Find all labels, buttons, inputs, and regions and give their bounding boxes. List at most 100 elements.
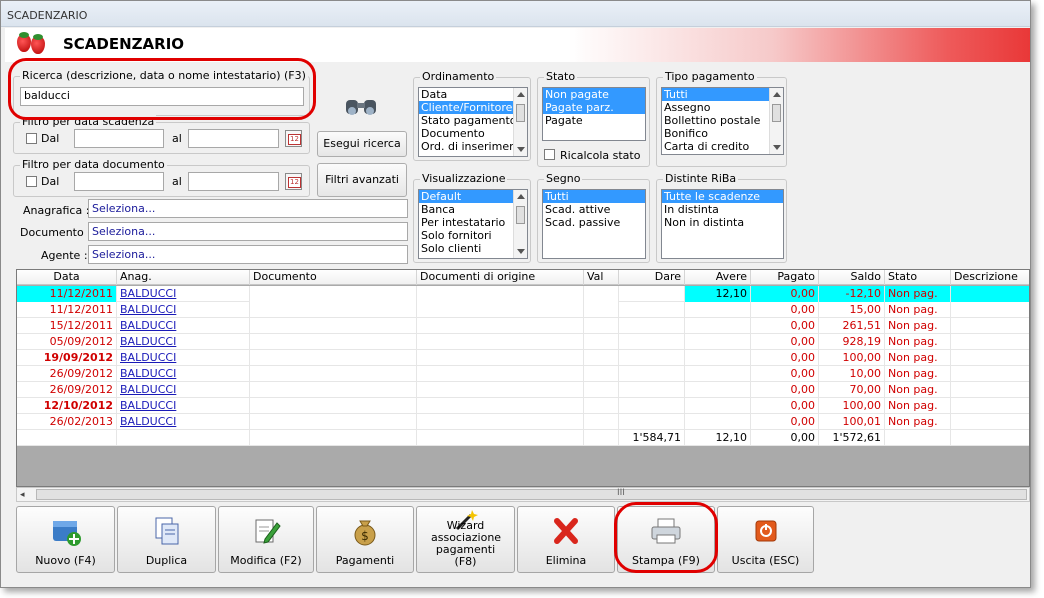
tipo-pagamento-list[interactable]: Tutti Assegno Bollettino postale Bonific…: [661, 87, 784, 155]
list-item[interactable]: Documento: [419, 127, 527, 140]
anag-link[interactable]: BALDUCCI: [120, 335, 176, 348]
elimina-button[interactable]: Elimina: [517, 506, 615, 573]
list-item[interactable]: Solo fornitori: [419, 229, 527, 242]
list-item[interactable]: Scad. attive: [543, 203, 645, 216]
documento-select[interactable]: Seleziona...: [88, 222, 408, 241]
column-header[interactable]: Descrizione: [951, 270, 1029, 285]
filter-documento-checkbox[interactable]: [26, 176, 37, 187]
list-item[interactable]: Scad. passive: [543, 216, 645, 229]
date-cell: 26/09/2012: [17, 382, 117, 398]
anag-link[interactable]: BALDUCCI: [120, 319, 176, 332]
advanced-filters-button[interactable]: Filtri avanzati: [317, 163, 407, 197]
list-item[interactable]: Tutti: [662, 88, 783, 101]
list-item[interactable]: Non in distinta: [662, 216, 783, 229]
list-item[interactable]: Non pagate: [543, 88, 645, 101]
list-item[interactable]: Tutti: [543, 190, 645, 203]
anag-link[interactable]: BALDUCCI: [120, 367, 176, 380]
column-header[interactable]: Avere: [685, 270, 751, 285]
wizard-button[interactable]: Wizard associazione pagamenti (F8): [416, 506, 515, 573]
strawberry-icon: [13, 28, 53, 58]
pagamenti-button[interactable]: $ Pagamenti: [316, 506, 414, 573]
list-item[interactable]: Stato pagamento: [419, 114, 527, 127]
calendar-icon[interactable]: [285, 130, 302, 147]
page-title: SCADENZARIO: [63, 35, 185, 53]
anag-link[interactable]: BALDUCCI: [120, 399, 176, 412]
distinte-list[interactable]: Tutte le scadenze In distinta Non in dis…: [661, 189, 784, 259]
ordinamento-list[interactable]: Data Cliente/Fornitore Stato pagamento D…: [418, 87, 528, 157]
list-item[interactable]: Solo clienti: [419, 242, 527, 255]
list-item[interactable]: Carta di credito: [662, 140, 783, 153]
column-header[interactable]: Saldo: [819, 270, 885, 285]
list-item[interactable]: In distinta: [662, 203, 783, 216]
table-row[interactable]: 26/02/2013 BALDUCCI 0,00 100,01 Non pag.: [17, 414, 1029, 430]
list-item[interactable]: Tutte le scadenze: [662, 190, 783, 203]
table-row[interactable]: 05/09/2012 BALDUCCI 0,00 928,19 Non pag.: [17, 334, 1029, 350]
scrollbar[interactable]: [513, 190, 527, 258]
filter-scadenza-checkbox[interactable]: [26, 133, 37, 144]
column-header[interactable]: Dare: [619, 270, 685, 285]
list-item[interactable]: Per intestatario: [419, 216, 527, 229]
table-row[interactable]: 26/09/2012 BALDUCCI 0,00 10,00 Non pag.: [17, 366, 1029, 382]
anag-link[interactable]: BALDUCCI: [120, 383, 176, 396]
column-header[interactable]: Pagato: [751, 270, 819, 285]
calendar-icon[interactable]: [285, 173, 302, 190]
anag-link[interactable]: BALDUCCI: [120, 415, 176, 428]
horizontal-scrollbar[interactable]: ◂ III: [16, 487, 1030, 502]
table-row[interactable]: 11/12/2011 BALDUCCI 0,00 15,00 Non pag.: [17, 302, 1029, 318]
duplica-button[interactable]: Duplica: [117, 506, 216, 573]
list-item[interactable]: Assegno: [662, 101, 783, 114]
nuovo-button[interactable]: Nuovo (F4): [16, 506, 115, 573]
anag-link[interactable]: BALDUCCI: [120, 303, 176, 316]
total-dare: 1'584,71: [619, 430, 685, 446]
table-row[interactable]: 26/09/2012 BALDUCCI 0,00 70,00 Non pag.: [17, 382, 1029, 398]
table-row[interactable]: 11/12/2011 BALDUCCI 12,10 0,00 -12,10 Non pag…: [17, 286, 1029, 302]
list-item[interactable]: Pagate: [543, 114, 645, 127]
anag-link[interactable]: BALDUCCI: [120, 351, 176, 364]
filter-scadenza-dal-input[interactable]: [74, 129, 164, 148]
list-item[interactable]: Banca: [419, 203, 527, 216]
list-item[interactable]: Bollettino postale: [662, 114, 783, 127]
list-item[interactable]: Data: [419, 88, 527, 101]
search-button-label: Esegui ricerca: [323, 137, 401, 150]
uscita-button[interactable]: Uscita (ESC): [717, 506, 814, 573]
empty-cell: [417, 334, 584, 350]
anag-link[interactable]: BALDUCCI: [120, 287, 176, 300]
date-cell: 12/10/2012: [17, 398, 117, 414]
list-item[interactable]: Ord. di inserimento: [419, 140, 527, 153]
filter-scadenza-al-input[interactable]: [188, 129, 279, 148]
search-button[interactable]: Esegui ricerca: [317, 131, 407, 157]
list-item[interactable]: Default: [419, 190, 527, 203]
visualizzazione-list[interactable]: Default Banca Per intestatario Solo forn…: [418, 189, 528, 259]
segno-list[interactable]: Tutti Scad. attive Scad. passive: [542, 189, 646, 259]
modifica-label: Modifica (F2): [230, 554, 302, 567]
stampa-button[interactable]: Stampa (F9): [617, 506, 715, 573]
list-item[interactable]: Pagate parz.: [543, 101, 645, 114]
filter-documento-al-input[interactable]: [188, 172, 279, 191]
anagrafica-select[interactable]: Seleziona...: [88, 199, 408, 218]
column-header[interactable]: Anag.: [117, 270, 250, 285]
empty-cell: [250, 382, 417, 398]
filter-documento-dal-input[interactable]: [74, 172, 164, 191]
ricalcola-checkbox[interactable]: [544, 149, 555, 160]
scroll-left-icon[interactable]: ◂: [20, 490, 25, 500]
stato-cell: Non pag.: [885, 414, 951, 430]
table-row[interactable]: 12/10/2012 BALDUCCI 0,00 100,00 Non pag.: [17, 398, 1029, 414]
scadenze-table[interactable]: Data Anag. Documento Documenti di origine Va…: [16, 269, 1030, 487]
table-row[interactable]: 15/12/2011 BALDUCCI 0,00 261,51 Non pag.: [17, 318, 1029, 334]
column-header[interactable]: Stato: [885, 270, 951, 285]
column-header[interactable]: Data: [17, 270, 117, 285]
list-item[interactable]: Cliente/Fornitore: [419, 101, 527, 114]
stato-list[interactable]: Non pagate Pagate parz. Pagate: [542, 87, 646, 141]
table-row[interactable]: 19/09/2012 BALDUCCI 0,00 100,00 Non pag.: [17, 350, 1029, 366]
modifica-button[interactable]: Modifica (F2): [218, 506, 314, 573]
avere-cell: [685, 350, 751, 366]
scrollbar[interactable]: [513, 88, 527, 156]
column-header[interactable]: Val: [584, 270, 619, 285]
search-input[interactable]: balducci: [20, 87, 304, 106]
scrollbar[interactable]: [769, 88, 783, 154]
scroll-thumb[interactable]: [36, 489, 1027, 500]
column-header[interactable]: Documenti di origine: [417, 270, 584, 285]
agente-select[interactable]: Seleziona...: [88, 245, 408, 264]
list-item[interactable]: Bonifico: [662, 127, 783, 140]
column-header[interactable]: Documento: [250, 270, 417, 285]
